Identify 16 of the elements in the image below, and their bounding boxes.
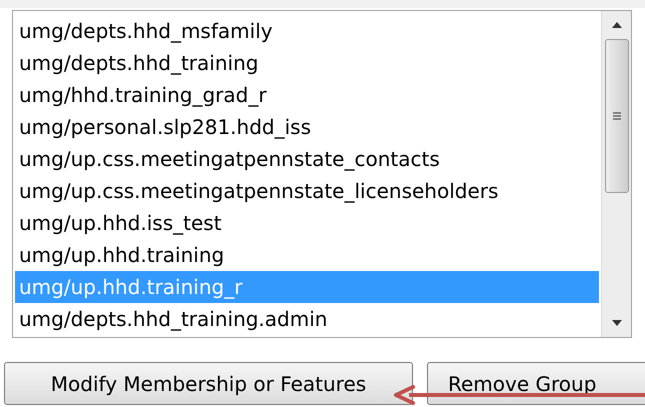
list-item[interactable]: umg/depts.hhd_msfamily — [15, 15, 599, 47]
list-item[interactable]: umg/personal.slp281.hdd_iss — [15, 111, 599, 143]
list-item[interactable]: umg/up.css.meetingatpennstate_licenseholders — [15, 175, 599, 207]
list-item[interactable]: umg/hhd.training_grad_r — [15, 79, 599, 111]
list-item[interactable]: umg/depts.hhd_training.admin — [15, 303, 599, 335]
scroll-thumb[interactable] — [604, 39, 628, 193]
scrollbar[interactable] — [601, 11, 631, 337]
scroll-down-icon[interactable] — [610, 319, 622, 327]
list-item[interactable]: umg/depts.hhd_training — [15, 47, 599, 79]
list-item[interactable]: umg/up.hhd.training — [15, 239, 599, 271]
scroll-up-icon[interactable] — [610, 21, 622, 29]
grip-icon — [612, 111, 622, 121]
list-item[interactable]: umg/up.css.meetingatpennstate_contacts — [15, 143, 599, 175]
action-button[interactable]: Remove Group — [427, 362, 645, 405]
action-button[interactable]: Modify Membership or Features — [4, 362, 413, 405]
list-item[interactable]: umg/up.hhd.iss_test — [15, 207, 599, 239]
